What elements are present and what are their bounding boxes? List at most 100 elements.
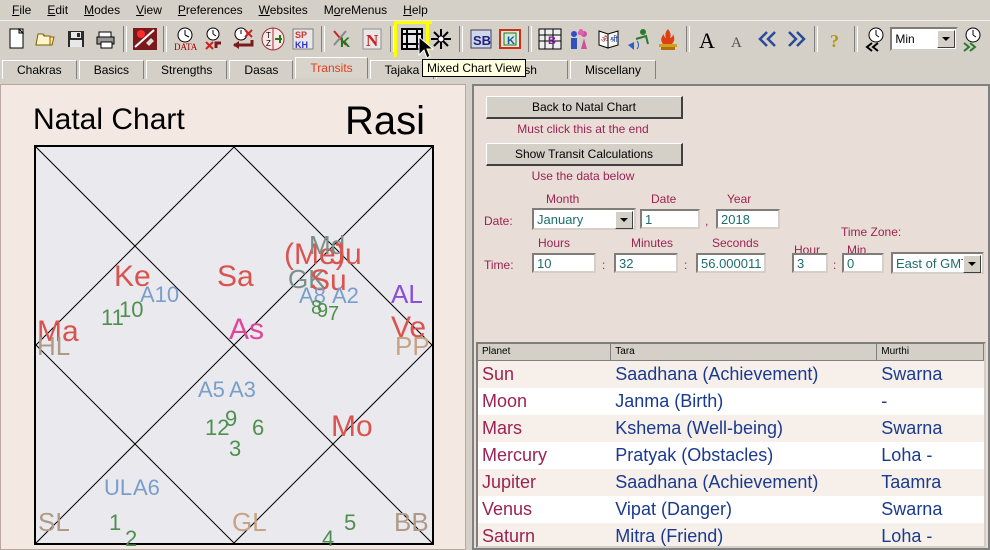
cell-murthi: Swarna [881,499,943,519]
svg-text:?: ? [830,31,839,51]
chevron-down-icon[interactable] [615,211,633,229]
tab-strengths[interactable]: Strengths [146,60,228,79]
mixed-chart-view-icon[interactable] [393,21,432,57]
svg-text:Z: Z [266,39,271,48]
month-value: January [537,212,584,227]
rewind-icon[interactable] [753,24,781,54]
clock-back-icon[interactable] [230,24,258,54]
seconds-input[interactable]: 56.000011 [696,253,766,273]
tab-dasas[interactable]: Dasas [229,60,294,79]
clock-next-icon[interactable] [959,24,987,54]
sb-icon[interactable]: SB [467,24,495,54]
column-header-murthi[interactable]: Murthi [877,344,984,360]
cell-tara: Saadhana (Achievement) [615,364,819,384]
menu-item-modes[interactable]: Modes [76,1,128,19]
chart-label: As [229,313,265,346]
chart-label: A6 [133,475,160,500]
tab-miscellany[interactable]: Miscellany [569,60,656,79]
fire-altar-icon[interactable] [654,24,682,54]
tz-hour-input[interactable]: 3 [792,253,828,273]
tz-min-input[interactable]: 0 [842,253,884,273]
chart-label: 5 [344,510,357,535]
table-row[interactable]: Saturn Mitra (Friend) Loha - [478,523,984,546]
column-header-planet[interactable]: Planet [478,344,612,360]
chevron-down-icon[interactable] [937,30,956,48]
svg-text:श्री: श्री [610,34,619,44]
tab-chakras[interactable]: Chakras [2,60,77,79]
clock-undo-icon[interactable] [200,24,228,54]
kp-key-icon[interactable]: K [329,24,357,54]
k-box-icon[interactable]: K [497,24,525,54]
menu-item-websites[interactable]: Websites [251,1,316,19]
time-colon-2: : [684,258,688,272]
new-document-icon[interactable] [3,24,31,54]
save-disk-icon[interactable] [62,24,90,54]
sp-kh-icon[interactable]: SP KH [289,24,317,54]
chevron-down-icon[interactable] [963,255,981,273]
minutes-input[interactable]: 32 [614,253,678,273]
table-row[interactable]: Mars Kshema (Well-being) Swarna [478,415,984,442]
tab-transits[interactable]: Transits [295,57,368,79]
table-row[interactable]: Mercury Pratyak (Obstacles) Loha - [478,442,984,469]
back-to-natal-chart-button[interactable]: Back to Natal Chart [486,96,683,119]
timezone-label: Time Zone: [841,225,902,239]
chart-type-label: Rasi [345,99,426,143]
timezone-icon[interactable]: TZ [260,24,288,54]
clock-prev-icon[interactable] [862,24,890,54]
help-icon[interactable]: ? [822,24,850,54]
chart-label: PP [395,331,430,361]
open-folder-icon[interactable] [33,24,61,54]
chart-label: 9 [317,300,329,322]
chart-label: 1 [109,510,122,535]
date-input[interactable]: 1 [640,209,700,229]
print-icon[interactable] [92,24,120,54]
table-row[interactable]: Jupiter Saadhana (Achievement) Taamra [478,469,984,496]
menu-item-preferences[interactable]: Preferences [170,1,251,19]
cell-tara: Saadhana (Achievement) [615,472,819,492]
chart-label: Sa [217,260,254,293]
book-icon[interactable]: ॐ श्री [595,24,623,54]
table-row[interactable]: Moon Janma (Birth) - [478,388,984,415]
tab-basics[interactable]: Basics [78,60,145,79]
menu-item-edit[interactable]: Edit [39,1,76,19]
menu-item-view[interactable]: View [128,1,170,19]
gmt-select[interactable]: East of GMT [891,252,984,274]
menu-item-moremenus[interactable]: MoreMenus [316,1,395,19]
data-rectify-icon[interactable] [131,24,159,54]
back-button-note: Must click this at the end [517,122,649,136]
chart-label: 9 [225,406,238,431]
transit-button-note: Use the data below [531,169,635,183]
month-select[interactable]: January [532,208,636,230]
transit-control-pane: Back to Natal Chart Must click this at t… [472,84,990,550]
year-input[interactable]: 2018 [716,209,780,229]
sun-burst-icon[interactable] [427,24,455,54]
column-header-tara[interactable]: Tara [611,344,878,360]
yoga-icon[interactable] [625,24,653,54]
svg-text:SP: SP [295,30,307,40]
svg-text:N: N [366,31,379,50]
small-a-icon[interactable]: A [724,24,752,54]
couple-icon[interactable] [566,24,594,54]
n-icon[interactable]: N [358,24,386,54]
time-unit-combo[interactable]: Min [890,27,959,51]
show-transit-calculations-button[interactable]: Show Transit Calculations [486,143,683,166]
big-a-icon[interactable]: A [694,24,722,54]
svg-text:B: B [548,35,556,47]
cell-tara: Vipat (Danger) [615,499,732,519]
cell-murthi: Loha - [881,526,933,546]
table-row[interactable]: Venus Vipat (Danger) Swarna [478,496,984,523]
clock-data-icon[interactable]: DATA [171,24,199,54]
seconds-label: Seconds [712,236,759,250]
transit-table[interactable]: Planet Tara Murthi Sun Saadhana (Achievem… [476,342,986,548]
time-colon-1: : [602,258,606,272]
hours-input[interactable]: 10 [532,253,596,273]
cell-planet: Venus [482,499,533,519]
menu-bar: FFileile Edit Modes View Preferences Web… [0,0,990,20]
b-grid-icon[interactable]: B [536,24,564,54]
gmt-value: East of GMT [896,256,969,271]
chart-label: AL [391,279,423,309]
forward-icon[interactable] [783,24,811,54]
menu-item-help[interactable]: Help [395,1,436,19]
table-row[interactable]: Sun Saadhana (Achievement) Swarna [478,361,984,388]
menu-item-file[interactable]: FFileile [4,1,39,19]
